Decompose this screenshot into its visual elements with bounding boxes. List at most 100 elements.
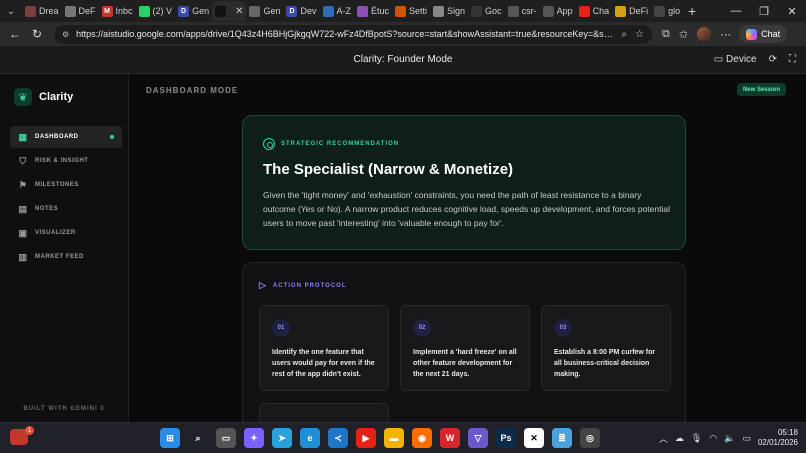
task-view-icon[interactable]: ▭ bbox=[216, 428, 236, 448]
tab-label: Drea bbox=[39, 6, 59, 16]
microphone-icon[interactable]: 🎙 bbox=[691, 433, 702, 444]
telegram-icon[interactable]: ➤ bbox=[272, 428, 292, 448]
battery-icon[interactable]: ▭ bbox=[742, 433, 751, 444]
close-tab-icon[interactable]: ✕ bbox=[235, 6, 243, 17]
brand: ❦ Clarity bbox=[14, 88, 73, 106]
sidebar-item-label: VISUALIZER bbox=[35, 230, 76, 236]
refresh-icon[interactable]: ⟳ bbox=[769, 54, 777, 65]
restore-icon[interactable]: ❐ bbox=[750, 5, 778, 18]
zoom-icon[interactable]: ⌕ bbox=[621, 29, 627, 40]
extensions-icon[interactable]: ⧉ bbox=[662, 28, 670, 41]
close-window-icon[interactable]: ✕ bbox=[778, 5, 806, 18]
browser-tab[interactable]: Sign bbox=[430, 1, 468, 21]
protocol-steps: 01 Identify the one feature that users wo… bbox=[259, 305, 671, 391]
reload-icon[interactable]: ↻ bbox=[26, 27, 48, 41]
more-menu-icon[interactable]: ⋯ bbox=[720, 28, 731, 41]
sidebar-item-visualizer[interactable]: ▣ VISUALIZER bbox=[10, 222, 122, 244]
tab-favicon-icon bbox=[249, 5, 261, 17]
url-text: https://aistudio.google.com/apps/drive/1… bbox=[76, 29, 616, 39]
sidebar-item-milestones[interactable]: ⚑ MILESTONES bbox=[10, 174, 122, 196]
wps-icon[interactable]: W bbox=[440, 428, 460, 448]
browser-tab[interactable]: M Inbc bbox=[99, 1, 136, 21]
search-icon[interactable]: ⌕ bbox=[188, 428, 208, 448]
browser-tab[interactable]: Drea bbox=[22, 1, 62, 21]
recommendation-label-text: STRATEGIC RECOMMENDATION bbox=[281, 141, 400, 147]
browser-tab[interactable]: D Gen bbox=[175, 1, 212, 21]
back-icon[interactable]: ← bbox=[4, 27, 26, 41]
step-text: Implement a 'hard freeze' on all other f… bbox=[413, 349, 517, 378]
antivirus-tray-button[interactable]: 1 bbox=[10, 426, 34, 447]
sidebar: ❦ Clarity ▦ DASHBOARD ⛉ RISK & INSIGHT ⚑ MILE… bbox=[0, 74, 129, 422]
minimize-icon[interactable]: — bbox=[722, 5, 750, 18]
clock[interactable]: 05:18 02/01/2026 bbox=[758, 428, 798, 448]
sidebar-item-market-feed[interactable]: ▥ MARKET FEED bbox=[10, 246, 122, 268]
chevron-up-icon[interactable]: ︿ bbox=[659, 432, 668, 445]
file-explorer-icon[interactable]: ▬ bbox=[384, 428, 404, 448]
tab-favicon-icon bbox=[615, 5, 627, 17]
browser-tab[interactable]: A-Z bbox=[320, 1, 355, 21]
step-number: 01 bbox=[272, 319, 290, 337]
browser-tab[interactable]: Étuc bbox=[354, 1, 392, 21]
copilot-icon[interactable]: ✦ bbox=[244, 428, 264, 448]
browser-tab[interactable]: D Dev bbox=[283, 1, 319, 21]
browser-tab[interactable]: App bbox=[540, 1, 576, 21]
active-indicator-dot bbox=[110, 135, 114, 139]
tab-label: Gen bbox=[192, 6, 210, 16]
sidebar-item-notes[interactable]: ▤ NOTES bbox=[10, 198, 122, 220]
device-label: Device bbox=[726, 54, 757, 65]
edge-icon[interactable]: e bbox=[300, 428, 320, 448]
step-text: Establish a 8:00 PM curfew for all busin… bbox=[554, 349, 656, 378]
tab-favicon-icon: M bbox=[101, 5, 113, 17]
device-button[interactable]: ▭ Device bbox=[714, 54, 757, 65]
chat-button[interactable]: Chat bbox=[739, 25, 788, 43]
copilot-icon bbox=[746, 28, 758, 40]
new-tab-icon[interactable]: + bbox=[683, 3, 701, 19]
new-session-button[interactable]: New Session bbox=[736, 83, 786, 96]
tab-list: Drea DeF M Inbc (2) V D Gen ✕ Gen D Dev A-Z Étuc Sett… bbox=[22, 1, 683, 21]
tab-favicon-icon bbox=[64, 5, 76, 17]
windows-start-icon[interactable]: ⊞ bbox=[160, 428, 180, 448]
capcut-icon[interactable]: ✕ bbox=[524, 428, 544, 448]
vpn-icon[interactable]: ▽ bbox=[468, 428, 488, 448]
volume-icon[interactable]: 🔈 bbox=[724, 433, 735, 444]
tab-label: csr- bbox=[521, 6, 537, 16]
browser-tab[interactable]: Setti bbox=[392, 1, 430, 21]
youtube-icon[interactable]: ▶ bbox=[356, 428, 376, 448]
taskbar-apps: ⊞ ⌕ ▭ ✦ ➤ e ≺ ▶ ▬ ◉ W ▽ Ps ✕ ≣ ◎ bbox=[160, 428, 600, 448]
browser-tab[interactable]: DeFi bbox=[612, 1, 651, 21]
browser-tab[interactable]: DeF bbox=[62, 1, 99, 21]
favorites-icon[interactable]: ✩ bbox=[679, 28, 688, 41]
mode-label: DASHBOARD MODE bbox=[146, 86, 239, 95]
tab-favicon-icon bbox=[395, 5, 407, 17]
notepad-icon[interactable]: ≣ bbox=[552, 428, 572, 448]
browser-tab[interactable]: Gen bbox=[246, 1, 283, 21]
sidebar-item-dashboard[interactable]: ▦ DASHBOARD bbox=[10, 126, 122, 148]
address-bar[interactable]: ⚙ https://aistudio.google.com/apps/drive… bbox=[54, 24, 652, 44]
bookmark-star-icon[interactable]: ☆ bbox=[635, 29, 644, 40]
tab-search-icon[interactable]: ⌄ bbox=[0, 0, 22, 22]
site-info-icon[interactable]: ⚙ bbox=[62, 30, 69, 39]
browser-tab[interactable]: glo bbox=[651, 1, 683, 21]
step-number: 03 bbox=[554, 319, 572, 337]
tab-label: Sign bbox=[447, 6, 466, 16]
browser-tab[interactable]: csr- bbox=[505, 1, 540, 21]
tab-favicon-icon bbox=[357, 5, 368, 17]
clock-date: 02/01/2026 bbox=[757, 438, 798, 447]
browser-tab[interactable]: (2) V bbox=[136, 1, 176, 21]
browser-tab[interactable]: Goc bbox=[468, 1, 505, 21]
tab-label: Dev bbox=[300, 6, 317, 16]
window-controls: — ❐ ✕ bbox=[722, 5, 806, 18]
fullscreen-icon[interactable]: ⛶ bbox=[789, 54, 796, 65]
profile-avatar[interactable] bbox=[697, 27, 712, 41]
browser-tab[interactable]: Cha bbox=[576, 1, 613, 21]
onedrive-icon[interactable]: ☁ bbox=[675, 433, 684, 444]
chrome-icon[interactable]: ◎ bbox=[580, 428, 600, 448]
tab-label: Setti bbox=[409, 6, 428, 16]
photoshop-icon[interactable]: Ps bbox=[496, 428, 516, 448]
vscode-icon[interactable]: ≺ bbox=[328, 428, 348, 448]
browser-tab[interactable]: ✕ bbox=[212, 1, 247, 21]
sidebar-item-risk-insight[interactable]: ⛉ RISK & INSIGHT bbox=[10, 150, 122, 172]
grid-icon: ▦ bbox=[18, 131, 28, 142]
wifi-icon[interactable]: ◠ bbox=[709, 433, 717, 444]
firefox-icon[interactable]: ◉ bbox=[412, 428, 432, 448]
